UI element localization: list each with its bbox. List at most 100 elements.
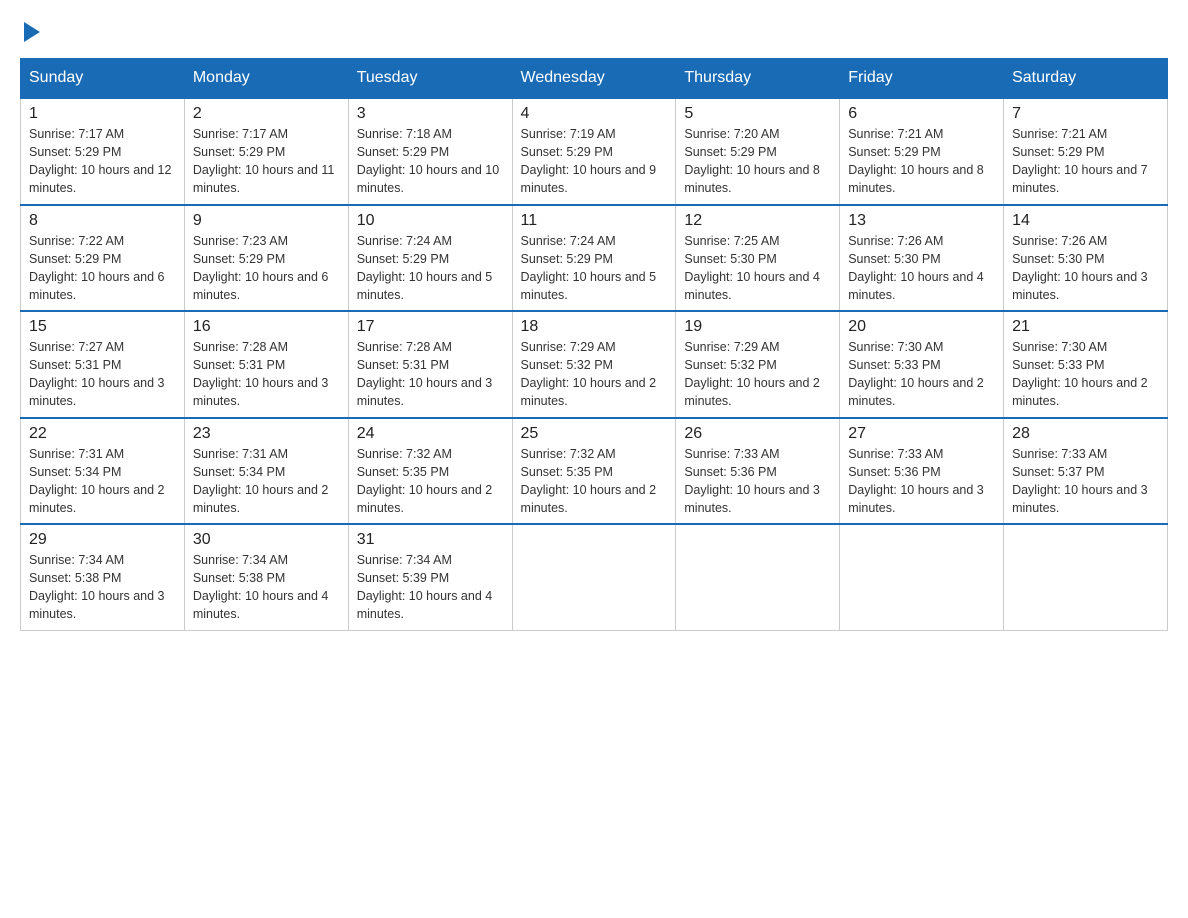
calendar-cell: 10 Sunrise: 7:24 AMSunset: 5:29 PMDaylig…	[348, 205, 512, 312]
calendar-cell: 4 Sunrise: 7:19 AMSunset: 5:29 PMDayligh…	[512, 98, 676, 205]
day-info: Sunrise: 7:29 AMSunset: 5:32 PMDaylight:…	[521, 340, 657, 408]
day-number: 13	[848, 212, 995, 230]
day-info: Sunrise: 7:30 AMSunset: 5:33 PMDaylight:…	[848, 340, 984, 408]
calendar-cell: 22 Sunrise: 7:31 AMSunset: 5:34 PMDaylig…	[21, 418, 185, 525]
calendar-cell	[512, 524, 676, 630]
day-info: Sunrise: 7:17 AMSunset: 5:29 PMDaylight:…	[193, 127, 335, 195]
calendar-cell: 3 Sunrise: 7:18 AMSunset: 5:29 PMDayligh…	[348, 98, 512, 205]
day-info: Sunrise: 7:19 AMSunset: 5:29 PMDaylight:…	[521, 127, 657, 195]
calendar-cell: 5 Sunrise: 7:20 AMSunset: 5:29 PMDayligh…	[676, 98, 840, 205]
day-number: 17	[357, 318, 504, 336]
day-number: 9	[193, 212, 340, 230]
calendar-cell: 2 Sunrise: 7:17 AMSunset: 5:29 PMDayligh…	[184, 98, 348, 205]
day-info: Sunrise: 7:26 AMSunset: 5:30 PMDaylight:…	[1012, 234, 1148, 302]
day-number: 1	[29, 105, 176, 123]
day-info: Sunrise: 7:34 AMSunset: 5:38 PMDaylight:…	[193, 553, 329, 621]
day-number: 27	[848, 425, 995, 443]
day-number: 28	[1012, 425, 1159, 443]
day-info: Sunrise: 7:17 AMSunset: 5:29 PMDaylight:…	[29, 127, 171, 195]
day-number: 12	[684, 212, 831, 230]
calendar-cell: 8 Sunrise: 7:22 AMSunset: 5:29 PMDayligh…	[21, 205, 185, 312]
day-info: Sunrise: 7:18 AMSunset: 5:29 PMDaylight:…	[357, 127, 499, 195]
day-info: Sunrise: 7:32 AMSunset: 5:35 PMDaylight:…	[357, 447, 493, 515]
day-number: 30	[193, 531, 340, 549]
day-number: 21	[1012, 318, 1159, 336]
calendar-cell: 29 Sunrise: 7:34 AMSunset: 5:38 PMDaylig…	[21, 524, 185, 630]
calendar-cell: 9 Sunrise: 7:23 AMSunset: 5:29 PMDayligh…	[184, 205, 348, 312]
day-number: 29	[29, 531, 176, 549]
day-info: Sunrise: 7:31 AMSunset: 5:34 PMDaylight:…	[29, 447, 165, 515]
day-info: Sunrise: 7:30 AMSunset: 5:33 PMDaylight:…	[1012, 340, 1148, 408]
calendar-cell: 11 Sunrise: 7:24 AMSunset: 5:29 PMDaylig…	[512, 205, 676, 312]
day-number: 10	[357, 212, 504, 230]
column-header-friday: Friday	[840, 59, 1004, 99]
column-header-monday: Monday	[184, 59, 348, 99]
calendar-cell: 15 Sunrise: 7:27 AMSunset: 5:31 PMDaylig…	[21, 311, 185, 418]
day-info: Sunrise: 7:22 AMSunset: 5:29 PMDaylight:…	[29, 234, 165, 302]
calendar-cell: 6 Sunrise: 7:21 AMSunset: 5:29 PMDayligh…	[840, 98, 1004, 205]
calendar-cell: 12 Sunrise: 7:25 AMSunset: 5:30 PMDaylig…	[676, 205, 840, 312]
day-number: 5	[684, 105, 831, 123]
column-header-wednesday: Wednesday	[512, 59, 676, 99]
week-row-5: 29 Sunrise: 7:34 AMSunset: 5:38 PMDaylig…	[21, 524, 1168, 630]
calendar-cell	[676, 524, 840, 630]
week-row-1: 1 Sunrise: 7:17 AMSunset: 5:29 PMDayligh…	[21, 98, 1168, 205]
calendar-cell: 23 Sunrise: 7:31 AMSunset: 5:34 PMDaylig…	[184, 418, 348, 525]
calendar-cell: 14 Sunrise: 7:26 AMSunset: 5:30 PMDaylig…	[1004, 205, 1168, 312]
day-info: Sunrise: 7:21 AMSunset: 5:29 PMDaylight:…	[848, 127, 984, 195]
calendar-table: SundayMondayTuesdayWednesdayThursdayFrid…	[20, 58, 1168, 631]
day-info: Sunrise: 7:24 AMSunset: 5:29 PMDaylight:…	[357, 234, 493, 302]
calendar-cell: 16 Sunrise: 7:28 AMSunset: 5:31 PMDaylig…	[184, 311, 348, 418]
calendar-cell	[1004, 524, 1168, 630]
calendar-cell: 7 Sunrise: 7:21 AMSunset: 5:29 PMDayligh…	[1004, 98, 1168, 205]
column-header-sunday: Sunday	[21, 59, 185, 99]
day-number: 25	[521, 425, 668, 443]
calendar-cell: 18 Sunrise: 7:29 AMSunset: 5:32 PMDaylig…	[512, 311, 676, 418]
day-number: 19	[684, 318, 831, 336]
day-info: Sunrise: 7:29 AMSunset: 5:32 PMDaylight:…	[684, 340, 820, 408]
calendar-cell: 25 Sunrise: 7:32 AMSunset: 5:35 PMDaylig…	[512, 418, 676, 525]
calendar-cell: 17 Sunrise: 7:28 AMSunset: 5:31 PMDaylig…	[348, 311, 512, 418]
day-info: Sunrise: 7:25 AMSunset: 5:30 PMDaylight:…	[684, 234, 820, 302]
day-info: Sunrise: 7:33 AMSunset: 5:37 PMDaylight:…	[1012, 447, 1148, 515]
day-number: 4	[521, 105, 668, 123]
day-info: Sunrise: 7:34 AMSunset: 5:39 PMDaylight:…	[357, 553, 493, 621]
day-number: 23	[193, 425, 340, 443]
day-info: Sunrise: 7:34 AMSunset: 5:38 PMDaylight:…	[29, 553, 165, 621]
calendar-cell: 20 Sunrise: 7:30 AMSunset: 5:33 PMDaylig…	[840, 311, 1004, 418]
day-info: Sunrise: 7:27 AMSunset: 5:31 PMDaylight:…	[29, 340, 165, 408]
calendar-cell: 24 Sunrise: 7:32 AMSunset: 5:35 PMDaylig…	[348, 418, 512, 525]
calendar-cell: 13 Sunrise: 7:26 AMSunset: 5:30 PMDaylig…	[840, 205, 1004, 312]
calendar-cell	[840, 524, 1004, 630]
day-number: 3	[357, 105, 504, 123]
day-info: Sunrise: 7:23 AMSunset: 5:29 PMDaylight:…	[193, 234, 329, 302]
column-header-thursday: Thursday	[676, 59, 840, 99]
calendar-cell: 30 Sunrise: 7:34 AMSunset: 5:38 PMDaylig…	[184, 524, 348, 630]
calendar-cell: 19 Sunrise: 7:29 AMSunset: 5:32 PMDaylig…	[676, 311, 840, 418]
calendar-cell: 31 Sunrise: 7:34 AMSunset: 5:39 PMDaylig…	[348, 524, 512, 630]
calendar-cell: 28 Sunrise: 7:33 AMSunset: 5:37 PMDaylig…	[1004, 418, 1168, 525]
day-info: Sunrise: 7:20 AMSunset: 5:29 PMDaylight:…	[684, 127, 820, 195]
week-row-2: 8 Sunrise: 7:22 AMSunset: 5:29 PMDayligh…	[21, 205, 1168, 312]
day-info: Sunrise: 7:28 AMSunset: 5:31 PMDaylight:…	[357, 340, 493, 408]
day-number: 8	[29, 212, 176, 230]
day-info: Sunrise: 7:33 AMSunset: 5:36 PMDaylight:…	[684, 447, 820, 515]
logo	[20, 20, 40, 40]
day-info: Sunrise: 7:24 AMSunset: 5:29 PMDaylight:…	[521, 234, 657, 302]
day-number: 15	[29, 318, 176, 336]
day-info: Sunrise: 7:21 AMSunset: 5:29 PMDaylight:…	[1012, 127, 1148, 195]
calendar-cell: 1 Sunrise: 7:17 AMSunset: 5:29 PMDayligh…	[21, 98, 185, 205]
day-number: 16	[193, 318, 340, 336]
calendar-cell: 26 Sunrise: 7:33 AMSunset: 5:36 PMDaylig…	[676, 418, 840, 525]
week-row-4: 22 Sunrise: 7:31 AMSunset: 5:34 PMDaylig…	[21, 418, 1168, 525]
logo-arrow-icon	[24, 22, 40, 42]
column-header-tuesday: Tuesday	[348, 59, 512, 99]
day-info: Sunrise: 7:31 AMSunset: 5:34 PMDaylight:…	[193, 447, 329, 515]
day-number: 20	[848, 318, 995, 336]
day-number: 26	[684, 425, 831, 443]
column-header-saturday: Saturday	[1004, 59, 1168, 99]
day-number: 24	[357, 425, 504, 443]
day-number: 14	[1012, 212, 1159, 230]
day-number: 18	[521, 318, 668, 336]
calendar-cell: 21 Sunrise: 7:30 AMSunset: 5:33 PMDaylig…	[1004, 311, 1168, 418]
